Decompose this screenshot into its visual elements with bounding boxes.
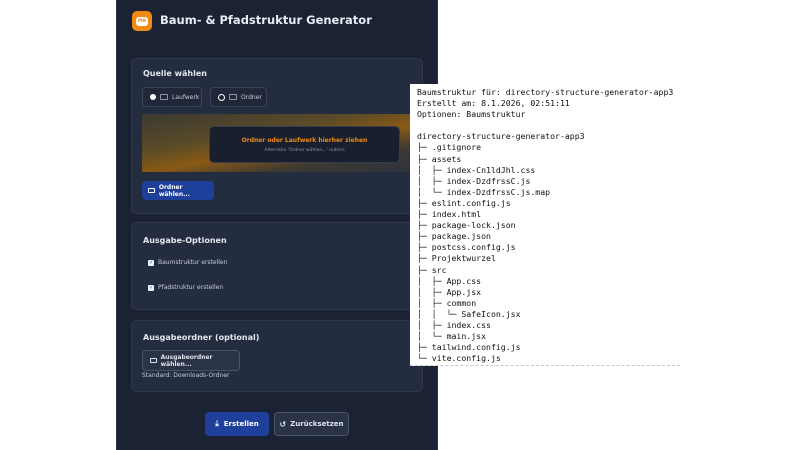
radio-ordner[interactable]: Ordner (210, 87, 267, 107)
radio-label-ordner: Ordner (241, 93, 262, 101)
reset-icon: ↺ (279, 419, 287, 429)
tree-line: ├─ package.json (417, 231, 491, 242)
radio-label-laufwerk: Laufwerk (172, 93, 200, 101)
tree-line: Optionen: Baumstruktur (417, 109, 526, 120)
check-icon: ✓ (149, 285, 154, 291)
tree-line: ├─ package-lock.json (417, 220, 516, 231)
dropzone-sub-text: Alternativ 'Ordner wählen...' nutzen (264, 148, 345, 153)
output-options-title: Ausgabe-Optionen (143, 236, 227, 245)
drive-icon (160, 94, 168, 100)
app-header: ne Baum- & Pfadstruktur Generator (117, 0, 437, 42)
create-button[interactable]: ⤓ Erstellen (205, 412, 269, 436)
tree-line: └─ vite.config.js (417, 353, 501, 364)
tree-line: │ └─ main.jsx (417, 331, 487, 342)
tree-line: ├─ index.html (417, 209, 482, 220)
dropzone[interactable]: Ordner oder Laufwerk hierher ziehen Alte… (209, 126, 400, 163)
app-title: Baum- & Pfadstruktur Generator (160, 13, 372, 27)
app-logo-text: ne (136, 16, 148, 26)
radio-laufwerk[interactable]: Laufwerk (142, 87, 202, 107)
tree-line: │ └─ index-DzdfrssC.js.map (417, 186, 551, 197)
tree-line: ├─ postcss.config.js (417, 242, 516, 253)
checkbox-tree-label: Baumstruktur erstellen (158, 259, 228, 266)
tree-line: │ ├─ index.css (417, 319, 491, 330)
tree-line: │ ├─ index-Cn1ldJhl.css (417, 164, 536, 175)
choose-folder-label: Ordner wählen... (158, 183, 190, 198)
tree-line: Erstellt am: 8.1.2026, 02:51:11 (417, 98, 570, 109)
folder-icon (229, 94, 237, 100)
checkbox-tree[interactable]: ✓ (148, 260, 154, 266)
tree-line: │ ├─ index-DzdfrssC.js (417, 175, 531, 186)
reset-label: Zurücksetzen (290, 420, 344, 428)
choose-output-folder-button[interactable]: Ausgabeordner wählen... (142, 350, 240, 371)
tree-line: ├─ src (417, 264, 447, 275)
radio-unselected-indicator (218, 93, 225, 101)
tree-line: directory-structure-generator-app3 (417, 131, 585, 142)
tree-line: │ ├─ common (417, 297, 477, 308)
dropzone-main-text: Ordner oder Laufwerk hierher ziehen (241, 137, 368, 144)
folder-icon (148, 188, 155, 193)
tree-line: Baumstruktur für: directory-structure-ge… (417, 87, 674, 97)
folder-icon (150, 358, 157, 363)
download-icon: ⤓ (215, 419, 219, 428)
tree-output-panel: Baumstruktur für: directory-structure-ge… (410, 84, 680, 366)
radio-selected-indicator (150, 94, 156, 100)
tree-output-text: Baumstruktur für: directory-structure-ge… (417, 87, 673, 364)
generator-panel: ne Baum- & Pfadstruktur Generator Quelle… (116, 0, 438, 450)
tree-line: │ │ └─ SafeIcon.jsx (417, 308, 521, 319)
checkbox-path[interactable]: ✓ (148, 285, 154, 291)
source-section-title: Quelle wählen (143, 69, 207, 78)
tree-line: ├─ .gitignore (417, 142, 482, 153)
output-folder-default: Standard: Downloads-Ordner (142, 372, 230, 379)
output-options-card: Ausgabe-Optionen (131, 222, 423, 310)
checkbox-path-label: Pfadstruktur erstellen (158, 284, 224, 291)
reset-button[interactable]: ↺ Zurücksetzen (274, 412, 349, 436)
tree-line: │ ├─ App.jsx (417, 286, 482, 297)
output-folder-title: Ausgabeordner (optional) (143, 333, 260, 342)
tree-line: ├─ Projektwurzel (417, 253, 496, 264)
app-logo-icon: ne (132, 11, 152, 31)
tree-line: │ ├─ App.css (417, 275, 482, 286)
tree-line: ├─ eslint.config.js (417, 197, 511, 208)
check-icon: ✓ (149, 260, 154, 266)
create-label: Erstellen (223, 420, 259, 428)
tree-line: ├─ assets (417, 153, 462, 164)
tree-line (417, 120, 673, 131)
tree-line: ├─ tailwind.config.js (417, 342, 521, 353)
choose-folder-button[interactable]: Ordner wählen... (142, 181, 214, 200)
choose-output-folder-label: Ausgabeordner wählen... (160, 353, 213, 368)
